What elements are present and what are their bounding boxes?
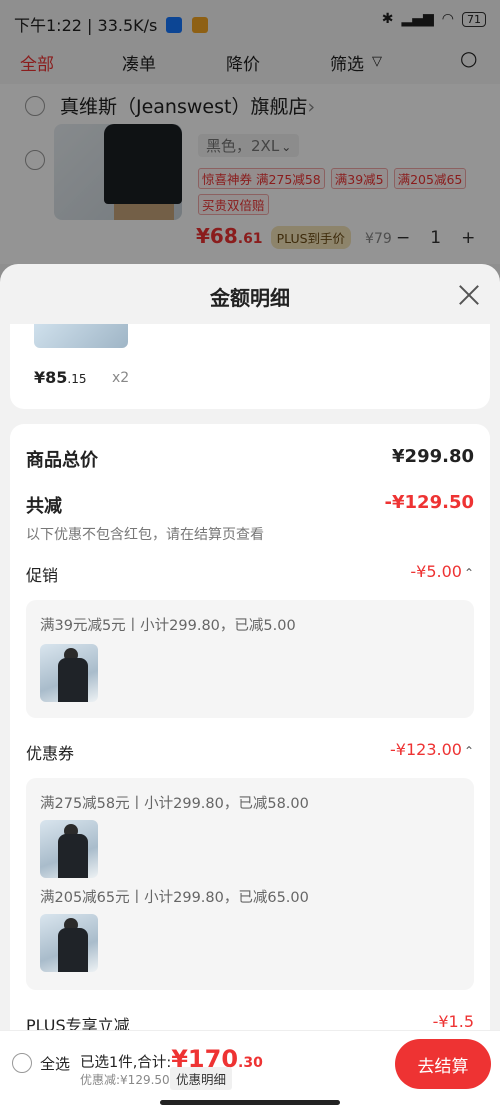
item-price: ¥85.15 bbox=[34, 368, 87, 387]
coupon-value: -¥123.00 ⌃ bbox=[390, 740, 474, 759]
select-all-label[interactable]: 全选 bbox=[40, 1053, 70, 1074]
checkout-button[interactable]: 去结算 bbox=[395, 1039, 491, 1089]
promo-label: 促销 bbox=[26, 566, 59, 585]
coupon-detail-line: 满275减58元丨小计299.80，已减58.00 bbox=[40, 796, 309, 812]
chevron-up-icon: ⌃ bbox=[463, 744, 474, 758]
discount-detail-button[interactable]: 优惠明细 bbox=[170, 1067, 233, 1090]
item-summary-card: ¥85.15 x2 bbox=[10, 324, 490, 409]
discount-label: 共减 bbox=[26, 496, 62, 517]
discount-summary: 优惠减:¥129.50 bbox=[80, 1073, 170, 1087]
discount-value: -¥129.50 bbox=[384, 492, 474, 513]
coupon-label: 优惠券 bbox=[26, 744, 75, 763]
sheet-title: 金额明细 bbox=[210, 286, 290, 310]
promo-detail-box: 满39元减5元丨小计299.80，已减5.00 bbox=[26, 600, 474, 718]
home-indicator bbox=[160, 1100, 340, 1105]
price-breakdown-card: 商品总价 ¥299.80 共减 -¥129.50 以下优惠不包含红包，请在结算页… bbox=[10, 424, 490, 1111]
coupon-detail-line: 满205减65元丨小计299.80，已减65.00 bbox=[40, 890, 309, 906]
coupon-detail-box: 满275减58元丨小计299.80，已减58.00 满205减65元丨小计299… bbox=[26, 778, 474, 990]
amount-detail-sheet: 金额明细 ¥85.15 x2 商品总价 ¥299.80 共减 -¥129.50 … bbox=[0, 264, 500, 1111]
product-thumbnail bbox=[40, 914, 98, 972]
product-thumbnail bbox=[40, 820, 98, 878]
chevron-up-icon: ⌃ bbox=[463, 566, 474, 580]
total-row: 商品总价 ¥299.80 bbox=[26, 446, 474, 472]
coupon-row[interactable]: 优惠券 -¥123.00 ⌃ bbox=[26, 740, 474, 764]
product-thumbnail bbox=[40, 644, 98, 702]
promo-value: -¥5.00 ⌃ bbox=[410, 562, 474, 581]
promo-detail-line: 满39元减5元丨小计299.80，已减5.00 bbox=[40, 618, 296, 634]
promo-row[interactable]: 促销 -¥5.00 ⌃ bbox=[26, 562, 474, 586]
total-label: 商品总价 bbox=[26, 450, 98, 471]
select-all-radio[interactable] bbox=[12, 1053, 32, 1073]
close-icon[interactable] bbox=[458, 284, 480, 306]
total-value: ¥299.80 bbox=[392, 446, 474, 467]
product-thumbnail bbox=[34, 324, 128, 348]
discount-note: 以下优惠不包含红包，请在结算页查看 bbox=[26, 527, 264, 543]
discount-row: 共减 -¥129.50 bbox=[26, 492, 474, 518]
item-quantity: x2 bbox=[112, 370, 130, 386]
